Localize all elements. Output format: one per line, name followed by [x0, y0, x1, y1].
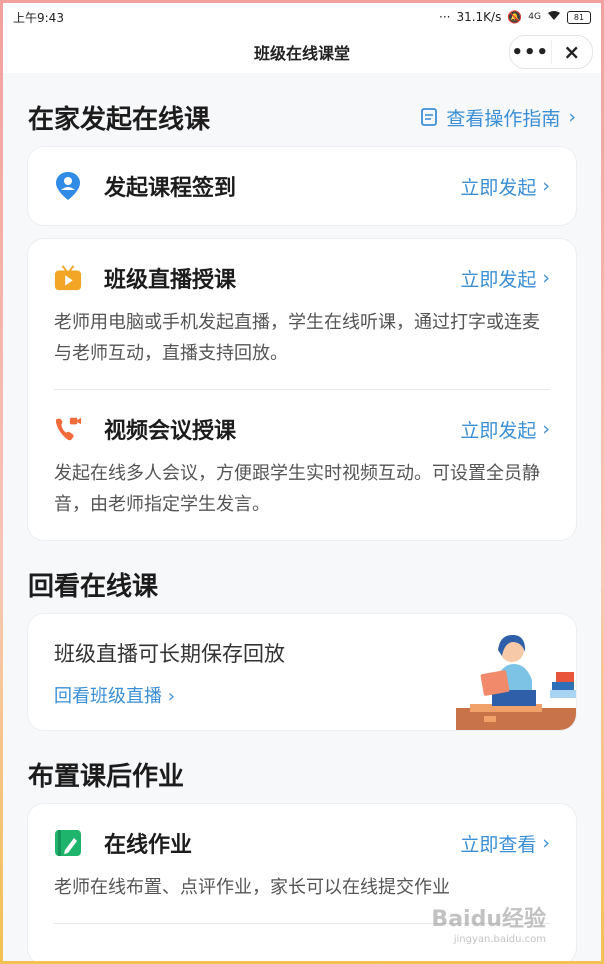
live-title: 班级直播授课: [104, 268, 237, 293]
live-description: 老师用电脑或手机发起直播，学生在线听课，通过打字或连麦与老师互动，直播支持回放。: [54, 312, 540, 364]
mute-icon: 🔕: [507, 10, 523, 24]
page-title: 班级在线课堂: [253, 44, 350, 63]
section-header-homework: 布置课后作业: [28, 730, 576, 792]
meeting-description: 发起在线多人会议，方便跟学生实时视频互动。可设置全员静音，由老师指定学生发言。: [54, 463, 540, 515]
main-content: 在家发起在线课 查看操作指南 › 发起课程签到 立即发起 › 班级直播授课 立即…: [3, 73, 601, 961]
location-pin-icon: [54, 172, 82, 200]
status-bar: 上午9:43 ··· 31.1K/s 🔕 4G 81: [3, 3, 601, 31]
document-icon: [420, 107, 438, 127]
guide-link[interactable]: 查看操作指南 ›: [420, 104, 576, 131]
section-title: 在家发起在线课: [28, 104, 211, 135]
live-start-button[interactable]: 立即发起 ›: [460, 265, 550, 292]
chevron-right-icon: ›: [542, 175, 550, 197]
checkin-row[interactable]: 发起课程签到 立即发起 ›: [54, 147, 550, 225]
signal-label: 4G: [528, 12, 541, 22]
action-label: 立即发起: [460, 176, 537, 199]
network-speed: 31.1K/s: [456, 10, 502, 24]
meeting-title: 视频会议授课: [104, 419, 237, 444]
mini-program-capsule: ••• ×: [509, 35, 593, 69]
homework-title: 在线作业: [104, 833, 193, 858]
checkin-title: 发起课程签到: [104, 176, 237, 201]
more-icon[interactable]: •••: [510, 42, 551, 63]
checkin-start-button[interactable]: 立即发起 ›: [460, 173, 550, 200]
homework-card: 在线作业 立即查看 › 老师在线布置、点评作业，家长可以在线提交作业 Baidu…: [28, 804, 576, 961]
action-label: 立即查看: [460, 833, 537, 856]
title-bar: 班级在线课堂 ••• ×: [3, 31, 601, 73]
section-header-replay: 回看在线课: [28, 540, 576, 602]
video-call-icon: [54, 415, 82, 443]
action-label: 立即发起: [460, 419, 537, 442]
tv-icon: [54, 264, 82, 292]
replay-link-label: 回看班级直播: [54, 686, 162, 707]
homework-notebook-icon: [54, 829, 82, 857]
meeting-start-button[interactable]: 立即发起 ›: [460, 416, 550, 443]
meeting-row[interactable]: 视频会议授课 立即发起 ›: [54, 390, 550, 468]
checkin-card: 发起课程签到 立即发起 ›: [28, 147, 576, 225]
wifi-icon: [547, 10, 561, 24]
chevron-right-icon: ›: [568, 106, 576, 128]
homework-view-button[interactable]: 立即查看 ›: [460, 830, 550, 857]
teaching-card: 班级直播授课 立即发起 › 老师用电脑或手机发起直播，学生在线听课，通过打字或连…: [28, 239, 576, 540]
live-row[interactable]: 班级直播授课 立即发起 ›: [54, 239, 550, 317]
baidu-jingyan-watermark: Baidu经验 jingyan.baidu.com: [431, 907, 546, 950]
app-frame: 上午9:43 ··· 31.1K/s 🔕 4G 81 班级在线课堂 ••• × …: [3, 3, 601, 961]
status-time: 上午9:43: [13, 10, 64, 25]
watermark-url: jingyan.baidu.com: [453, 934, 546, 945]
homework-row[interactable]: 在线作业 立即查看 ›: [54, 804, 550, 882]
replay-card[interactable]: 班级直播可长期保存回放 回看班级直播 ›: [28, 614, 576, 730]
watermark-brand: Baidu经验: [431, 907, 546, 932]
guide-label: 查看操作指南: [446, 107, 561, 130]
battery-icon: 81: [567, 10, 591, 24]
chevron-right-icon: ›: [542, 267, 550, 289]
chevron-right-icon: ›: [542, 418, 550, 440]
section-title: 布置课后作业: [28, 761, 185, 792]
chevron-right-icon: ›: [542, 832, 550, 854]
action-label: 立即发起: [460, 268, 537, 291]
chevron-right-icon: ›: [167, 686, 175, 707]
section-title: 回看在线课: [28, 571, 159, 602]
section-header-online-class: 在家发起在线课 查看操作指南 ›: [28, 73, 576, 135]
close-icon[interactable]: ×: [550, 40, 593, 64]
student-reading-illustration: [456, 634, 576, 730]
ellipsis-icon: ···: [439, 10, 451, 24]
